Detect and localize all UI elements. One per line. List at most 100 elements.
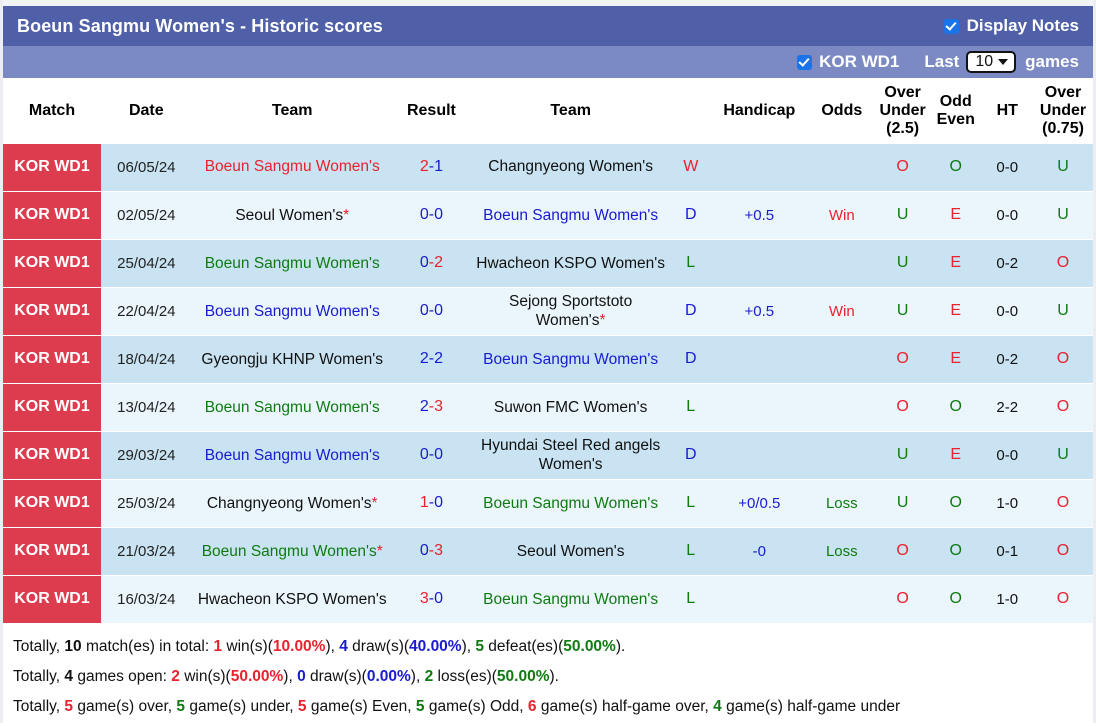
summary-segment: 5	[298, 698, 307, 715]
summary-segment: 4	[713, 698, 722, 715]
cell-home-team[interactable]: Boeun Sangmu Women's	[192, 240, 393, 288]
cell-over-under-075: O	[1033, 528, 1093, 576]
table-row[interactable]: KOR WD102/05/24Seoul Women's*0-0Boeun Sa…	[3, 192, 1093, 240]
team-name[interactable]: Boeun Sangmu Women's	[483, 207, 658, 224]
cell-home-team[interactable]: Gyeongju KHNP Women's	[192, 336, 393, 384]
cell-away-team[interactable]: Sejong Sportstoto Women's*	[470, 288, 671, 336]
cell-league[interactable]: KOR WD1	[3, 432, 101, 480]
cell-league[interactable]: KOR WD1	[3, 480, 101, 528]
table-row[interactable]: KOR WD116/03/24Hwacheon KSPO Women's3-0B…	[3, 576, 1093, 624]
display-notes-group[interactable]: Display Notes	[944, 16, 1079, 36]
team-name[interactable]: Boeun Sangmu Women's	[202, 543, 377, 560]
summary-segment: 5	[64, 698, 73, 715]
cell-away-team[interactable]: Boeun Sangmu Women's	[470, 192, 671, 240]
table-row[interactable]: KOR WD129/03/24Boeun Sangmu Women's0-0Hy…	[3, 432, 1093, 480]
cell-score[interactable]: 0-0	[393, 432, 470, 480]
cell-home-team[interactable]: Boeun Sangmu Women's	[192, 288, 393, 336]
score-home: 2	[420, 398, 429, 415]
cell-league[interactable]: KOR WD1	[3, 336, 101, 384]
cell-score[interactable]: 2-3	[393, 384, 470, 432]
cell-score[interactable]: 0-3	[393, 528, 470, 576]
cell-score[interactable]: 1-0	[393, 480, 470, 528]
team-name[interactable]: Hwacheon KSPO Women's	[198, 591, 387, 608]
cell-league[interactable]: KOR WD1	[3, 144, 101, 192]
cell-away-team[interactable]: Hwacheon KSPO Women's	[470, 240, 671, 288]
cell-league[interactable]: KOR WD1	[3, 384, 101, 432]
cell-ht: 1-0	[982, 480, 1034, 528]
cell-home-team[interactable]: Boeun Sangmu Women's	[192, 432, 393, 480]
cell-league[interactable]: KOR WD1	[3, 192, 101, 240]
team-name[interactable]: Boeun Sangmu Women's	[205, 447, 380, 464]
team-name[interactable]: Boeun Sangmu Women's	[205, 158, 380, 175]
team-name[interactable]: Boeun Sangmu Women's	[205, 399, 380, 416]
cell-odd-even: E	[930, 432, 982, 480]
summary-segment: 5	[176, 698, 185, 715]
cell-away-team[interactable]: Hyundai Steel Red angels Women's	[470, 432, 671, 480]
summary-line-open-games: Totally, 4 games open: 2 win(s)(50.00%),…	[11, 662, 1085, 692]
team-name[interactable]: Seoul Women's	[517, 543, 625, 560]
cell-away-team[interactable]: Changnyeong Women's	[470, 144, 671, 192]
team-name[interactable]: Boeun Sangmu Women's	[483, 495, 658, 512]
summary-segment: game(s) half-game under	[722, 698, 900, 715]
summary-segment: defeat(es)(	[484, 638, 563, 655]
cell-over-under-25: O	[875, 144, 930, 192]
cell-league[interactable]: KOR WD1	[3, 240, 101, 288]
table-row[interactable]: KOR WD125/03/24Changnyeong Women's*1-0Bo…	[3, 480, 1093, 528]
table-row[interactable]: KOR WD125/04/24Boeun Sangmu Women's0-2Hw…	[3, 240, 1093, 288]
team-name[interactable]: Changnyeong Women's	[207, 495, 372, 512]
cell-home-team[interactable]: Changnyeong Women's*	[192, 480, 393, 528]
cell-handicap	[710, 336, 808, 384]
cell-odds	[808, 576, 875, 624]
cell-score[interactable]: 2-2	[393, 336, 470, 384]
score-home: 2	[420, 158, 429, 175]
cell-score[interactable]: 0-0	[393, 192, 470, 240]
cell-league[interactable]: KOR WD1	[3, 576, 101, 624]
table-row[interactable]: KOR WD122/04/24Boeun Sangmu Women's0-0Se…	[3, 288, 1093, 336]
team-name[interactable]: Hwacheon KSPO Women's	[476, 255, 665, 272]
team-name[interactable]: Hyundai Steel Red angels Women's	[481, 437, 660, 472]
score-home: 0	[420, 446, 429, 463]
cell-score[interactable]: 2-1	[393, 144, 470, 192]
team-name[interactable]: Boeun Sangmu Women's	[483, 351, 658, 368]
cell-away-team[interactable]: Boeun Sangmu Women's	[470, 576, 671, 624]
games-count-select[interactable]: 10	[966, 51, 1016, 73]
cell-away-team[interactable]: Boeun Sangmu Women's	[470, 480, 671, 528]
summary-segment: 10	[64, 638, 81, 655]
team-name[interactable]: Boeun Sangmu Women's	[205, 303, 380, 320]
cell-over-under-075: O	[1033, 576, 1093, 624]
team-name[interactable]: Boeun Sangmu Women's	[205, 255, 380, 272]
display-notes-checkbox[interactable]	[944, 19, 959, 34]
team-name[interactable]: Changnyeong Women's	[488, 158, 653, 175]
cell-away-team[interactable]: Seoul Women's	[470, 528, 671, 576]
cell-home-team[interactable]: Boeun Sangmu Women's	[192, 144, 393, 192]
cell-home-team[interactable]: Seoul Women's*	[192, 192, 393, 240]
team-name[interactable]: Seoul Women's	[235, 207, 343, 224]
team-name[interactable]: Suwon FMC Women's	[494, 399, 647, 416]
table-row[interactable]: KOR WD118/04/24Gyeongju KHNP Women's2-2B…	[3, 336, 1093, 384]
col-ou25-line2: Under	[880, 102, 926, 119]
team-name[interactable]: Gyeongju KHNP Women's	[201, 351, 383, 368]
league-filter-checkbox[interactable]	[797, 55, 812, 70]
cell-league[interactable]: KOR WD1	[3, 288, 101, 336]
summary-segment: 2	[171, 668, 180, 685]
cell-league[interactable]: KOR WD1	[3, 528, 101, 576]
table-row[interactable]: KOR WD113/04/24Boeun Sangmu Women's2-3Su…	[3, 384, 1093, 432]
team-name[interactable]: Boeun Sangmu Women's	[483, 591, 658, 608]
cell-odd-even: O	[930, 384, 982, 432]
table-row[interactable]: KOR WD121/03/24Boeun Sangmu Women's*0-3S…	[3, 528, 1093, 576]
cell-handicap	[710, 240, 808, 288]
cell-score[interactable]: 0-0	[393, 288, 470, 336]
cell-over-under-25: U	[875, 432, 930, 480]
cell-away-team[interactable]: Boeun Sangmu Women's	[470, 336, 671, 384]
cell-score[interactable]: 0-2	[393, 240, 470, 288]
team-name[interactable]: Sejong Sportstoto Women's	[509, 293, 632, 328]
display-notes-label: Display Notes	[967, 16, 1079, 36]
cell-home-team[interactable]: Boeun Sangmu Women's	[192, 384, 393, 432]
table-row[interactable]: KOR WD106/05/24Boeun Sangmu Women's2-1Ch…	[3, 144, 1093, 192]
cell-away-team[interactable]: Suwon FMC Women's	[470, 384, 671, 432]
cell-home-team[interactable]: Hwacheon KSPO Women's	[192, 576, 393, 624]
summary-segment: draw(s)(	[348, 638, 409, 655]
cell-home-team[interactable]: Boeun Sangmu Women's*	[192, 528, 393, 576]
score-away: 0	[434, 206, 443, 223]
cell-score[interactable]: 3-0	[393, 576, 470, 624]
